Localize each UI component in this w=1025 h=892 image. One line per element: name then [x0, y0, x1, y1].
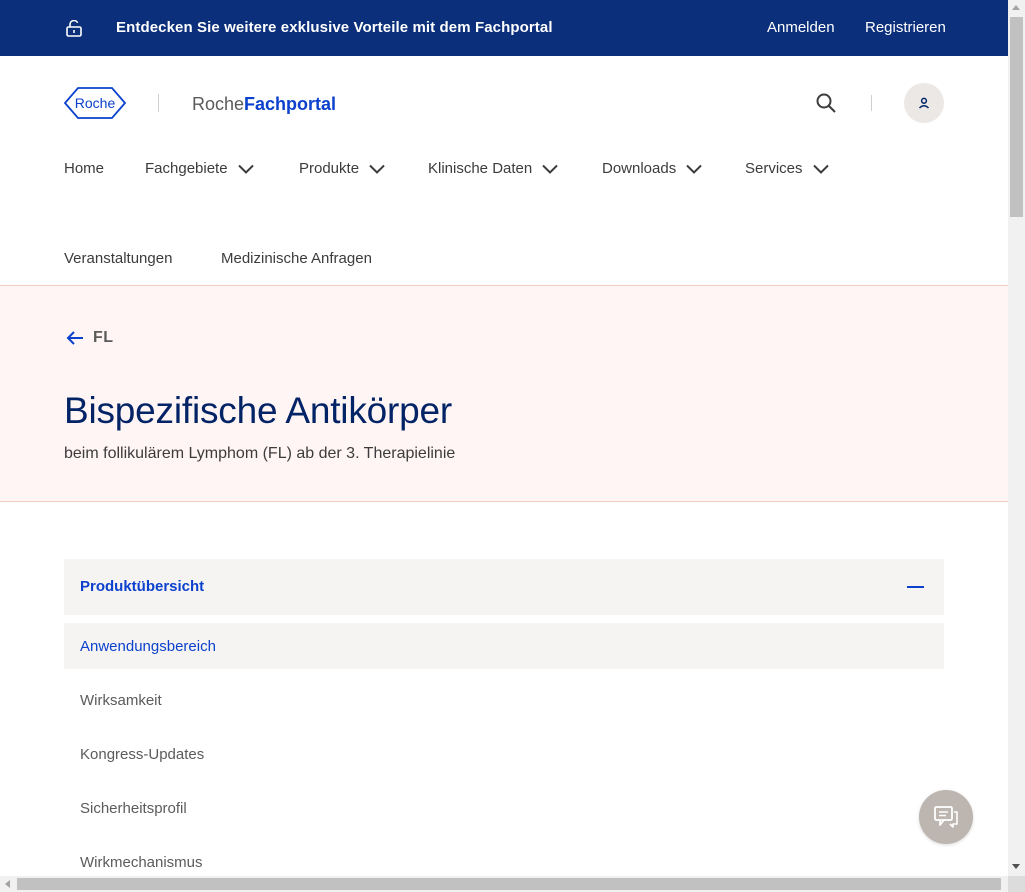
nav-item-label: Home	[64, 160, 105, 177]
scrollbar-corner	[1008, 876, 1025, 892]
page-subtitle: beim follikulärem Lymphom (FL) ab der 3.…	[64, 445, 456, 462]
minus-icon	[907, 586, 924, 588]
accordion-item-wirkmechanismus[interactable]: Wirkmechanismus	[64, 839, 944, 876]
search-icon[interactable]	[815, 92, 837, 114]
nav-item-label: Veranstaltungen	[64, 250, 173, 267]
nav-item-fachgebiete[interactable]: Fachgebiete	[145, 160, 254, 177]
nav-item-label: Klinische Daten	[428, 160, 533, 177]
promo-text: Entdecken Sie weitere exklusive Vorteile…	[116, 19, 553, 36]
accordion-item-label: Kongress-Updates	[80, 746, 205, 763]
accordion-item-sicherheitsprofil[interactable]: Sicherheitsprofil	[64, 785, 944, 831]
accordion-item-anwendungsbereich[interactable]: Anwendungsbereich	[64, 623, 944, 669]
user-account-button[interactable]	[904, 83, 944, 123]
nav-item-klinische-daten[interactable]: Klinische Daten	[428, 160, 558, 177]
nav-item-veranstaltungen[interactable]: Veranstaltungen	[64, 250, 172, 267]
accordion-item-label: Wirkmechanismus	[80, 854, 203, 871]
accordion-item-kongress-updates[interactable]: Kongress-Updates	[64, 731, 944, 777]
chat-icon	[934, 806, 958, 828]
login-link[interactable]: Anmelden	[767, 19, 835, 36]
logo-divider	[158, 94, 159, 112]
site-header: Roche RocheFachportal Home Fachgebiete P…	[0, 56, 1008, 286]
vertical-scrollbar[interactable]	[1008, 0, 1025, 876]
nav-item-medizinische-anfragen[interactable]: Medizinische Anfragen	[221, 250, 372, 267]
scroll-down-arrow-icon[interactable]	[1012, 864, 1020, 869]
page-title: Bispezifische Antikörper	[64, 390, 452, 431]
arrow-left-icon	[66, 331, 83, 345]
chevron-down-icon	[237, 164, 254, 174]
back-link[interactable]: FL	[66, 329, 114, 347]
lock-open-icon	[66, 20, 82, 37]
register-link[interactable]: Registrieren	[865, 19, 946, 36]
accordion-header-produktuebersicht[interactable]: Produktübersicht	[64, 559, 944, 615]
nav-item-label: Fachgebiete	[145, 160, 228, 177]
chevron-down-icon	[542, 164, 558, 174]
scroll-up-arrow-icon[interactable]	[1012, 5, 1020, 10]
hero-section: FL Bispezifische Antikörper beim folliku…	[0, 286, 1008, 502]
chat-button[interactable]	[919, 790, 973, 844]
portal-name-prefix: Roche	[192, 94, 245, 114]
nav-item-label: Medizinische Anfragen	[221, 250, 372, 267]
header-divider	[871, 95, 872, 111]
chevron-down-icon	[369, 164, 385, 174]
nav-item-label: Produkte	[299, 160, 360, 177]
nav-item-label: Downloads	[602, 160, 677, 177]
nav-item-services[interactable]: Services	[745, 160, 829, 177]
roche-logo[interactable]: Roche	[64, 87, 126, 119]
accordion-header-label: Produktübersicht	[80, 578, 205, 595]
horizontal-scroll-thumb[interactable]	[17, 878, 1001, 890]
back-link-label: FL	[93, 329, 114, 346]
chevron-down-icon	[812, 164, 829, 174]
browser-viewport: Entdecken Sie weitere exklusive Vorteile…	[0, 0, 1008, 876]
horizontal-scrollbar[interactable]	[0, 876, 1008, 892]
portal-name-suffix: Fachportal	[244, 94, 337, 114]
nav-item-downloads[interactable]: Downloads	[602, 160, 702, 177]
nav-item-home[interactable]: Home	[64, 160, 104, 177]
svg-text:Roche: Roche	[75, 95, 116, 111]
nav-item-produkte[interactable]: Produkte	[299, 160, 385, 177]
accordion-item-label: Anwendungsbereich	[80, 638, 216, 655]
nav-item-label: Services	[745, 160, 803, 177]
promo-banner: Entdecken Sie weitere exklusive Vorteile…	[0, 0, 1008, 56]
vertical-scroll-thumb[interactable]	[1010, 17, 1023, 217]
accordion-item-label: Wirksamkeit	[80, 692, 162, 709]
chevron-down-icon	[686, 164, 702, 174]
user-icon	[918, 97, 930, 109]
accordion-item-label: Sicherheitsprofil	[80, 800, 187, 817]
scroll-left-arrow-icon[interactable]	[5, 880, 10, 888]
accordion-item-wirksamkeit[interactable]: Wirksamkeit	[64, 677, 944, 723]
portal-name[interactable]: RocheFachportal	[192, 94, 336, 115]
